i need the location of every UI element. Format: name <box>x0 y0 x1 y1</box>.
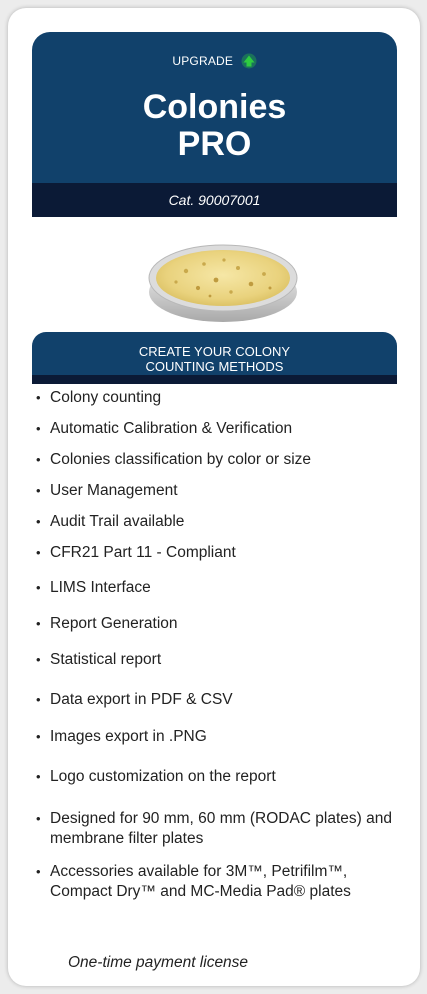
license-note: One-time payment license <box>68 954 249 971</box>
bullet-icon: • <box>36 692 41 707</box>
feature-item: • Colonies classification by color or siz… <box>36 450 406 470</box>
feature-text: Colonies classification by color or size <box>50 451 312 468</box>
bullet-icon: • <box>36 864 41 879</box>
section-heading-line-2: COUNTING METHODS <box>145 359 284 374</box>
upgrade-label: UPGRADE <box>172 54 234 68</box>
feature-text: Report Generation <box>50 615 178 632</box>
feature-text: Images export in .PNG <box>50 728 207 745</box>
feature-text: Data export in PDF & CSV <box>50 691 233 708</box>
feature-item: • Report Generation <box>36 614 406 634</box>
feature-item: • Logo customization on the report <box>36 767 406 787</box>
feature-text: Colony counting <box>50 389 162 406</box>
product-header: UPGRADE Colonies PRO Cat. 90007001 <box>32 32 397 217</box>
bullet-icon: • <box>36 769 41 784</box>
feature-item: • Designed for 90 mm, 60 mm (RODAC plates… <box>36 809 406 849</box>
bullet-icon: • <box>36 652 41 667</box>
bullet-icon: • <box>36 580 41 595</box>
bullet-icon: • <box>36 811 41 826</box>
feature-text: CFR21 Part 11 - Compliant <box>50 544 236 561</box>
feature-item: • Audit Trail available <box>36 512 406 532</box>
bullet-icon: • <box>36 616 41 631</box>
section-heading: CREATE YOUR COLONY COUNTING METHODS <box>32 332 397 384</box>
feature-text: Accessories available for 3M™, Petrifilm… <box>50 863 351 900</box>
feature-item: • CFR21 Part 11 - Compliant <box>36 543 406 563</box>
bullet-icon: • <box>36 545 41 560</box>
feature-text: LIMS Interface <box>50 579 151 596</box>
section-heading-band <box>32 375 397 384</box>
feature-text: Logo customization on the report <box>50 768 276 785</box>
bullet-icon: • <box>36 514 41 529</box>
product-title: Colonies PRO <box>32 89 397 163</box>
bullet-icon: • <box>36 729 41 744</box>
feature-item: • Statistical report <box>36 650 406 670</box>
feature-text: Audit Trail available <box>50 513 185 530</box>
section-heading-text: CREATE YOUR COLONY COUNTING METHODS <box>32 344 397 374</box>
title-line-2: PRO <box>177 125 252 163</box>
bullet-icon: • <box>36 390 41 405</box>
feature-item: • Images export in .PNG <box>36 727 406 747</box>
feature-item: • LIMS Interface <box>36 578 406 598</box>
petri-dish-image <box>148 244 298 322</box>
feature-item: • Accessories available for 3M™, Petrifil… <box>36 862 406 902</box>
product-card: UPGRADE Colonies PRO Cat. 90007001 CREAT… <box>8 8 420 986</box>
bullet-icon: • <box>36 421 41 436</box>
feature-item: • User Management <box>36 481 406 501</box>
feature-text: Automatic Calibration & Verification <box>50 420 293 437</box>
feature-text: User Management <box>50 482 178 499</box>
upgrade-badge: UPGRADE <box>32 53 397 69</box>
title-line-1: Colonies <box>142 88 287 126</box>
bullet-icon: • <box>36 452 41 467</box>
catalog-number: Cat. 90007001 <box>32 183 397 217</box>
bullet-icon: • <box>36 483 41 498</box>
upgrade-arrow-icon <box>241 53 257 69</box>
feature-text: Statistical report <box>50 651 162 668</box>
section-heading-line-1: CREATE YOUR COLONY <box>138 344 291 359</box>
feature-item: • Data export in PDF & CSV <box>36 690 406 710</box>
feature-item: • Automatic Calibration & Verification <box>36 419 406 439</box>
feature-text: Designed for 90 mm, 60 mm (RODAC plates)… <box>50 810 392 847</box>
feature-item: • Colony counting <box>36 388 406 408</box>
